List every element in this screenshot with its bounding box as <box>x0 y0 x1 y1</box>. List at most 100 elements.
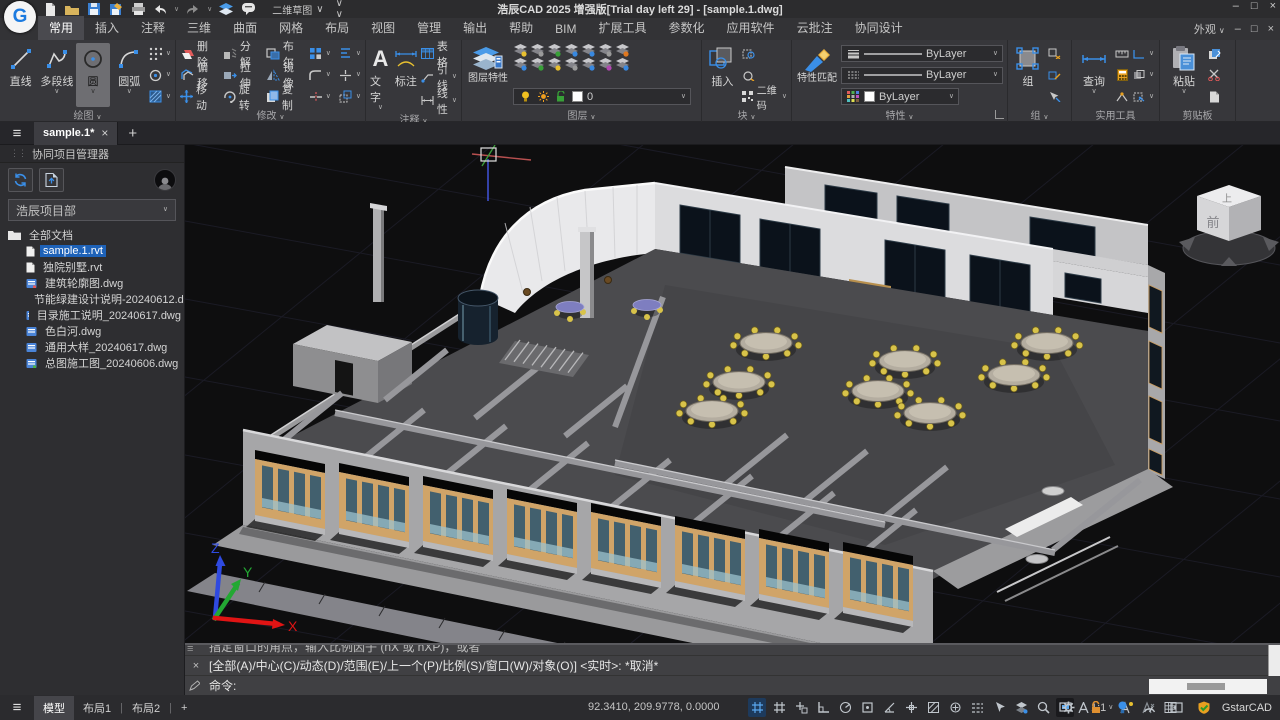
snap-mode-toggle[interactable] <box>792 698 810 717</box>
command-grip-icon[interactable]: ≡ <box>187 643 193 655</box>
rotate-button[interactable]: 旋转 <box>223 88 258 105</box>
redo-icon[interactable] <box>185 2 201 17</box>
file-item[interactable]: 通用大样_20240617.dwg <box>0 339 184 355</box>
ribbon-tab-apps[interactable]: 应用软件 <box>716 16 786 40</box>
ribbon-tab-home[interactable]: 常用 <box>38 16 84 40</box>
center-snap-toggle[interactable] <box>946 698 964 717</box>
linetype-dropdown[interactable]: ByLayer∨ <box>841 67 1003 84</box>
group-button[interactable]: 组 <box>1012 43 1044 107</box>
properties-dialog-launcher-icon[interactable] <box>995 110 1004 119</box>
group-select-button[interactable] <box>1047 88 1061 105</box>
ribbon-tab-manage[interactable]: 管理 <box>406 16 452 40</box>
restore-button[interactable]: □ <box>1251 0 1258 12</box>
ribbon-tab-cloud-markup[interactable]: 云批注 <box>786 16 844 40</box>
save-icon[interactable] <box>86 2 102 17</box>
tab-layout2[interactable]: 布局2 <box>123 696 169 720</box>
tab-layout1[interactable]: 布局1 <box>74 696 120 720</box>
point-id-button[interactable]: ∨ <box>1115 88 1154 105</box>
linear-dim-button[interactable]: 线性∨ <box>421 92 457 109</box>
text-button[interactable]: A 文字 ∨ <box>370 43 391 111</box>
appearance-menu[interactable]: 外观 ∨ <box>1194 21 1225 37</box>
panel-label-draw[interactable]: 绘图 ∨ <box>0 107 175 122</box>
performance-gauge-icon[interactable] <box>1141 698 1159 717</box>
ribbon-minimize-icon[interactable]: – <box>1235 23 1241 35</box>
command-input-line[interactable]: 命令: <box>185 676 1280 695</box>
ribbon-tab-output[interactable]: 输出 <box>452 16 498 40</box>
minimize-button[interactable]: – <box>1233 0 1239 12</box>
fullscreen-icon[interactable] <box>1168 698 1186 717</box>
paste-special-button[interactable] <box>1207 88 1221 105</box>
file-item[interactable]: 独院别墅.rvt <box>0 259 184 275</box>
lineweight-dropdown[interactable]: ByLayer∨ <box>841 45 1003 62</box>
ribbon-tab-help[interactable]: 帮助 <box>498 16 544 40</box>
group-edit-button[interactable] <box>1047 67 1061 84</box>
panel-label-modify[interactable]: 修改 ∨ <box>176 107 365 122</box>
donut-button[interactable]: ∨ <box>149 67 171 84</box>
workspace-switcher[interactable]: 二维草图 ∨ ∨∨ <box>266 2 349 17</box>
undo-dropdown-icon[interactable]: ∨ <box>174 5 179 13</box>
panel-label-block[interactable]: 块 ∨ <box>702 107 791 122</box>
command-close-icon[interactable]: × <box>189 660 203 672</box>
panel-label-layer[interactable]: 图层 ∨ <box>462 107 701 122</box>
new-layout-icon[interactable]: + <box>172 698 196 718</box>
command-horizontal-scrollbar[interactable] <box>1149 679 1267 694</box>
point-style-button[interactable]: ∨ <box>149 45 171 62</box>
ribbon-tab-surface[interactable]: 曲面 <box>222 16 268 40</box>
redo-dropdown-icon[interactable]: ∨ <box>207 5 212 13</box>
open-folder-icon[interactable] <box>64 2 80 17</box>
tree-root-folder[interactable]: 全部文档 <box>0 227 184 243</box>
fillet-button[interactable]: ∨ <box>309 67 331 84</box>
security-shield-icon[interactable] <box>1195 698 1213 717</box>
panel-label-clipboard[interactable]: 剪贴板 <box>1160 107 1235 122</box>
undo-icon[interactable] <box>152 2 168 17</box>
tab-model[interactable]: 模型 <box>34 696 74 720</box>
sync-button[interactable] <box>8 168 33 192</box>
unlock-icon[interactable] <box>1087 698 1105 717</box>
polyline-button[interactable]: 多段线 ∨ <box>40 43 73 107</box>
layers-stack-icon[interactable] <box>218 2 234 17</box>
trim-button[interactable]: ∨ <box>309 88 331 105</box>
close-button[interactable]: × <box>1270 0 1276 12</box>
copy-button[interactable]: 复制 <box>266 88 301 105</box>
angle-snap-toggle[interactable] <box>880 698 898 717</box>
layer-properties-button[interactable]: 图层特性 <box>466 43 510 107</box>
panel-label-properties[interactable]: 特性 ∨ <box>792 107 1007 122</box>
ribbon-tab-collaboration[interactable]: 协同设计 <box>844 16 914 40</box>
paste-button[interactable]: 粘贴 ∨ <box>1164 43 1204 107</box>
app-logo[interactable]: G <box>4 1 36 33</box>
ribbon-tab-express[interactable]: 扩展工具 <box>588 16 658 40</box>
ribbon-restore-icon[interactable]: □ <box>1251 23 1258 35</box>
hatch-display-toggle[interactable] <box>924 698 942 717</box>
calculator-button[interactable]: ∨ <box>1115 67 1154 84</box>
leader-button[interactable]: 引线∨ <box>421 69 457 86</box>
project-selector[interactable]: 浩辰项目部 ∨ <box>8 199 176 221</box>
3d-model-viewport[interactable]: 上 前 Z Y X <box>185 145 1280 695</box>
lamp-icon[interactable] <box>1114 698 1132 717</box>
command-vertical-scrollbar[interactable] <box>1268 645 1280 676</box>
document-menu-icon[interactable]: ≡ <box>0 125 34 142</box>
layer-isolate-toggle[interactable] <box>1012 698 1030 717</box>
grid-snap-toggle[interactable] <box>748 698 766 717</box>
move-button[interactable]: 移动 <box>180 88 215 105</box>
file-item[interactable]: 总图施工图_20240606.dwg <box>0 355 184 371</box>
polar-tracking-toggle[interactable] <box>836 698 854 717</box>
file-item[interactable]: 色白河.dwg <box>0 323 184 339</box>
ribbon-tab-bim[interactable]: BIM <box>544 19 587 40</box>
hatch-button[interactable]: ∨ <box>149 88 171 105</box>
scale-button[interactable]: ∨ <box>339 88 361 105</box>
linetype-display-toggle[interactable] <box>968 698 986 717</box>
break-button[interactable]: ∨ <box>339 67 361 84</box>
osnap-3d-toggle[interactable] <box>902 698 920 717</box>
copy-clip-button[interactable] <box>1207 45 1221 62</box>
command-window[interactable]: ≡ 指定窗口的角点，输入比例因子 (nX 或 nXP)，或者 × [全部(A)/… <box>185 643 1280 695</box>
object-snap-toggle[interactable] <box>858 698 876 717</box>
print-icon[interactable] <box>130 2 146 17</box>
table-button[interactable]: 表格 <box>421 45 457 62</box>
cut-button[interactable] <box>1207 67 1221 84</box>
selection-cursor-toggle[interactable] <box>990 698 1008 717</box>
ribbon-tab-3d[interactable]: 三维 <box>176 16 222 40</box>
new-document-tab-icon[interactable]: + <box>128 125 137 142</box>
status-menu-icon[interactable]: ≡ <box>0 699 34 716</box>
ribbon-tab-mesh[interactable]: 网格 <box>268 16 314 40</box>
ortho-mode-toggle[interactable] <box>814 698 832 717</box>
